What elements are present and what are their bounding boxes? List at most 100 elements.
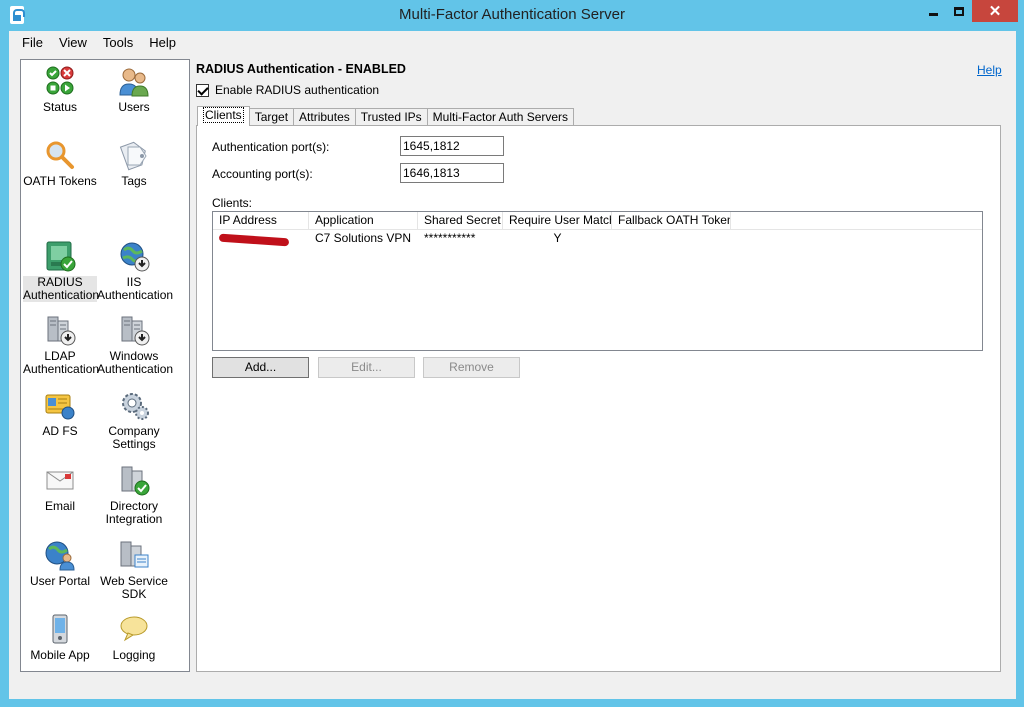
web-service-sdk-icon [118, 539, 150, 571]
close-button[interactable]: ✕ [972, 0, 1018, 22]
maximize-button[interactable] [946, 0, 972, 22]
sidebar-item-label: Status [42, 100, 78, 114]
enable-radius-row: Enable RADIUS authentication [196, 83, 379, 97]
column-header-ip-address[interactable]: IP Address [213, 212, 309, 229]
app-window: Multi-Factor Authentication Server ✕ Fil… [0, 0, 1024, 707]
users-icon [118, 65, 150, 97]
sidebar-item-label: Email [44, 499, 75, 513]
sidebar-item-label: Windows Authentication [97, 349, 174, 376]
table-row[interactable]: C7 Solutions VPN *********** Y [213, 230, 982, 247]
cell-application: C7 Solutions VPN [315, 231, 412, 245]
menu-tools[interactable]: Tools [95, 35, 141, 50]
auth-ports-input[interactable]: 1645,1812 [400, 136, 504, 156]
tags-icon [118, 139, 150, 171]
tab-trusted-ips[interactable]: Trusted IPs [354, 108, 428, 126]
redaction-mark [218, 233, 290, 247]
cell-fallback-oath-token [612, 230, 731, 247]
add-client-button[interactable]: Add... [212, 357, 309, 378]
sidebar-item-email[interactable]: Email [23, 464, 97, 513]
clients-list-header: IP Address Application Shared Secret Req… [213, 212, 982, 230]
sidebar-item-label: LDAP Authentication [23, 349, 100, 376]
mobile-app-icon [44, 613, 76, 645]
sidebar-item-status[interactable]: Status [23, 65, 97, 114]
oath-tokens-icon [44, 139, 76, 171]
cell-ip-address [213, 230, 309, 247]
tab-label: Target [254, 110, 289, 124]
sidebar-item-directory-integration[interactable]: Directory Integration [97, 464, 171, 526]
menu-bar: File View Tools Help [9, 31, 1016, 53]
user-portal-icon [44, 539, 76, 571]
tab-label: Clients [203, 107, 244, 123]
sidebar: Status Users OATH Tokens Tags RADIUS Aut… [20, 59, 190, 672]
column-header-fallback-oath-token[interactable]: Fallback OATH Token [612, 212, 731, 229]
minimize-icon [928, 12, 938, 16]
iis-icon [118, 240, 150, 272]
tab-label: Trusted IPs [360, 110, 422, 124]
cell-shared-secret: *********** [424, 231, 476, 245]
company-settings-icon [118, 389, 150, 421]
tab-mfa-servers[interactable]: Multi-Factor Auth Servers [426, 108, 575, 126]
logging-icon [118, 613, 150, 645]
sidebar-item-logging[interactable]: Logging [97, 613, 171, 662]
sidebar-item-label: User Portal [29, 574, 91, 588]
email-icon [44, 464, 76, 496]
column-header-require-user-match[interactable]: Require User Match [503, 212, 612, 229]
sidebar-item-label: Company Settings [108, 424, 160, 451]
menu-file[interactable]: File [14, 35, 51, 50]
sidebar-item-company-settings[interactable]: Company Settings [97, 389, 171, 451]
directory-integration-icon [118, 464, 150, 496]
title-bar[interactable]: Multi-Factor Authentication Server ✕ [0, 0, 1024, 31]
clients-label: Clients: [212, 196, 253, 210]
sidebar-item-label: OATH Tokens [23, 174, 97, 188]
adfs-icon [44, 389, 76, 421]
sidebar-item-ldap[interactable]: LDAP Authentication [23, 314, 100, 376]
sidebar-item-label: RADIUS Authentication [23, 275, 100, 302]
window-title: Multi-Factor Authentication Server [399, 6, 625, 23]
sidebar-item-web-service-sdk[interactable]: Web Service SDK [97, 539, 171, 601]
acct-ports-label: Accounting port(s): [212, 167, 313, 181]
remove-client-button[interactable]: Remove [423, 357, 520, 378]
sidebar-item-label: Directory Integration [105, 499, 163, 526]
sidebar-item-windows-auth[interactable]: Windows Authentication [97, 314, 174, 376]
page-title: RADIUS Authentication - ENABLED [196, 62, 406, 76]
minimize-button[interactable] [920, 0, 946, 22]
sidebar-item-label: Mobile App [30, 648, 90, 662]
tab-label: Multi-Factor Auth Servers [432, 110, 569, 124]
close-icon: ✕ [988, 3, 1002, 20]
sidebar-item-oath-tokens[interactable]: OATH Tokens [23, 139, 97, 188]
sidebar-item-label: IIS Authentication [97, 275, 174, 302]
column-header-shared-secret[interactable]: Shared Secret [418, 212, 503, 229]
clients-tab-panel: Authentication port(s): 1645,1812 Accoun… [196, 125, 1001, 672]
client-area: File View Tools Help Status Users OATH T… [9, 31, 1016, 699]
tab-target[interactable]: Target [248, 108, 295, 126]
sidebar-item-adfs[interactable]: AD FS [23, 389, 97, 438]
sidebar-item-label: Users [118, 100, 150, 114]
sidebar-item-iis[interactable]: IIS Authentication [97, 240, 174, 302]
sidebar-item-users[interactable]: Users [97, 65, 171, 114]
clients-list[interactable]: IP Address Application Shared Secret Req… [212, 211, 983, 351]
sidebar-item-radius[interactable]: RADIUS Authentication [23, 240, 100, 302]
enable-radius-label: Enable RADIUS authentication [215, 83, 380, 97]
maximize-icon [954, 6, 964, 16]
ldap-icon [44, 314, 76, 346]
sidebar-item-tags[interactable]: Tags [97, 139, 171, 188]
windows-auth-icon [118, 314, 150, 346]
help-link[interactable]: Help [977, 63, 1002, 77]
column-header-application[interactable]: Application [309, 212, 418, 229]
edit-client-button[interactable]: Edit... [318, 357, 415, 378]
menu-view[interactable]: View [51, 35, 95, 50]
sidebar-item-label: Web Service SDK [100, 574, 168, 601]
sidebar-item-label: AD FS [42, 424, 78, 438]
sidebar-item-mobile-app[interactable]: Mobile App [23, 613, 97, 662]
tab-clients[interactable]: Clients [197, 106, 250, 126]
menu-help[interactable]: Help [141, 35, 184, 50]
radius-icon [44, 240, 76, 272]
cell-require-user-match: Y [553, 231, 562, 245]
acct-ports-input[interactable]: 1646,1813 [400, 163, 504, 183]
tab-label: Attributes [299, 110, 350, 124]
enable-radius-checkbox[interactable] [196, 83, 209, 97]
tab-attributes[interactable]: Attributes [293, 108, 356, 126]
tab-strip: Clients Target Attributes Trusted IPs Mu… [197, 106, 575, 126]
sidebar-item-user-portal[interactable]: User Portal [23, 539, 97, 588]
status-icon [44, 65, 76, 97]
